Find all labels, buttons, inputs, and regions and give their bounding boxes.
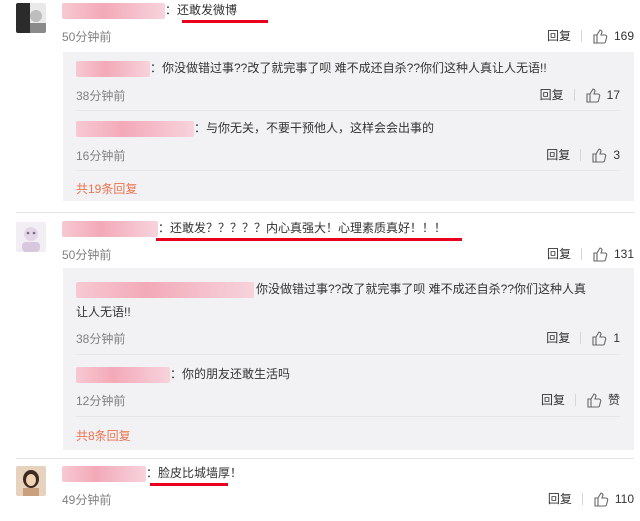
like-count[interactable]: 17 xyxy=(607,88,620,102)
reply-actions: 回复 1 xyxy=(546,329,620,346)
like-count[interactable]: 3 xyxy=(613,148,620,162)
reply-actions: 回复 赞 xyxy=(541,391,620,408)
reply-text: 你没做错过事??改了就完事了呗 难不成还自杀??你们这种人真 xyxy=(256,282,587,296)
highlight-underline xyxy=(150,483,228,486)
thumbs-up-icon[interactable] xyxy=(592,28,608,44)
username-redacted[interactable] xyxy=(76,61,150,77)
comment-text: ：还敢发？？？？？内心真强大！心理素质真好！！！ xyxy=(158,221,447,235)
reply-text: ：与你无关，不要干预他人，这样会会出事的 xyxy=(194,121,435,135)
comment-time: 50分钟前 xyxy=(62,248,112,262)
reply-button[interactable]: 回复 xyxy=(548,490,572,507)
reply-time: 38分钟前 xyxy=(76,332,126,346)
comment-divider xyxy=(16,212,634,213)
comment-time: 50分钟前 xyxy=(62,30,112,44)
comment-actions: 回复 131 xyxy=(547,245,634,262)
like-count[interactable]: 1 xyxy=(613,331,620,345)
thumbs-up-icon[interactable] xyxy=(592,246,608,262)
reply-time: 38分钟前 xyxy=(76,89,126,103)
thumbs-up-icon[interactable] xyxy=(593,491,609,507)
divider xyxy=(573,88,575,101)
like-count[interactable]: 169 xyxy=(614,29,634,43)
like-count[interactable]: 131 xyxy=(614,247,634,261)
avatar[interactable] xyxy=(16,3,46,33)
username-redacted[interactable] xyxy=(76,121,194,137)
divider xyxy=(580,331,582,344)
divider xyxy=(574,393,576,406)
username-redacted[interactable] xyxy=(62,466,146,482)
username-redacted[interactable] xyxy=(62,221,158,237)
comment-text: ：还敢发微博 xyxy=(165,3,238,17)
reply-text-continued: 让人无语!! xyxy=(76,305,131,319)
comment-actions: 回复 169 xyxy=(547,27,634,44)
divider xyxy=(580,148,582,161)
like-count[interactable]: 110 xyxy=(615,492,634,506)
reply-button[interactable]: 回复 xyxy=(546,329,570,346)
more-replies-link[interactable]: 共8条回复 xyxy=(76,427,131,444)
thumbs-up-icon[interactable] xyxy=(586,392,602,408)
comment-time: 49分钟前 xyxy=(62,493,112,507)
comment-text: ：脸皮比城墙厚！ xyxy=(146,466,243,480)
reply-time: 16分钟前 xyxy=(76,149,126,163)
reply-button[interactable]: 回复 xyxy=(546,146,570,163)
divider xyxy=(580,247,582,260)
comment-divider xyxy=(16,458,634,459)
thumbs-up-icon[interactable] xyxy=(585,87,601,103)
avatar[interactable] xyxy=(16,222,46,252)
reply-divider xyxy=(76,110,620,111)
highlight-underline xyxy=(182,20,268,23)
reply-button[interactable]: 回复 xyxy=(540,86,564,103)
more-replies-link[interactable]: 共19条回复 xyxy=(76,180,137,197)
divider xyxy=(581,492,583,505)
reply-actions: 回复 17 xyxy=(540,86,620,103)
avatar[interactable] xyxy=(16,466,46,496)
username-redacted[interactable] xyxy=(76,282,254,298)
reply-actions: 回复 3 xyxy=(546,146,620,163)
thumbs-up-icon[interactable] xyxy=(591,330,607,346)
like-button-label[interactable]: 赞 xyxy=(608,391,620,408)
username-redacted[interactable] xyxy=(76,367,170,383)
thumbs-up-icon[interactable] xyxy=(591,147,607,163)
comment-actions: 回复 110 xyxy=(548,490,634,507)
reply-button[interactable]: 回复 xyxy=(541,391,565,408)
username-redacted[interactable] xyxy=(62,3,165,19)
highlight-underline xyxy=(156,238,462,241)
reply-divider xyxy=(76,354,620,355)
reply-time: 12分钟前 xyxy=(76,394,126,408)
reply-button[interactable]: 回复 xyxy=(547,27,571,44)
reply-text: ：你的朋友还敢生活吗 xyxy=(170,367,291,381)
reply-text: ：你没做错过事??改了就完事了呗 难不成还自杀??你们这种人真让人无语!! xyxy=(150,61,547,75)
reply-divider xyxy=(76,416,620,417)
reply-divider xyxy=(76,170,620,171)
reply-button[interactable]: 回复 xyxy=(547,245,571,262)
divider xyxy=(580,29,582,42)
